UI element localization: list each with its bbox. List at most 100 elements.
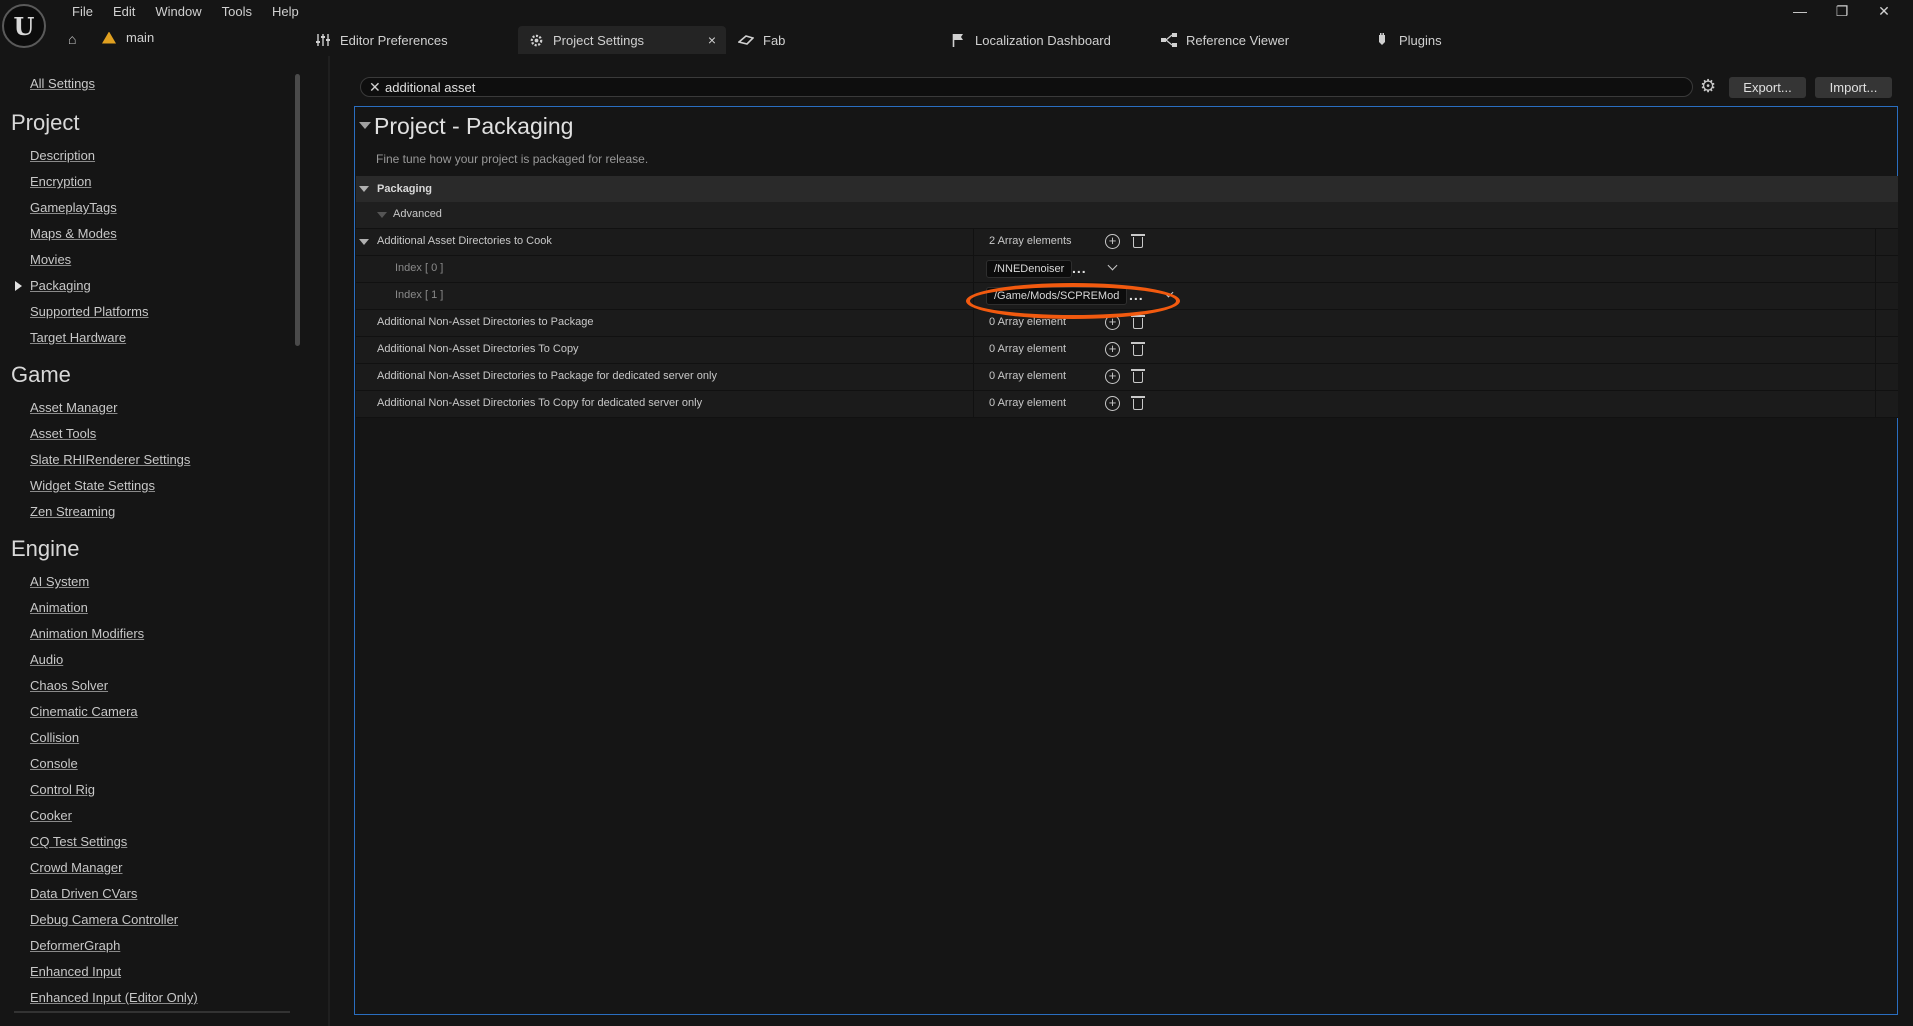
tab-label: Plugins: [1399, 32, 1442, 48]
sidebar-item-chaos-solver[interactable]: Chaos Solver: [30, 678, 108, 693]
sidebar-item-animation-modifiers[interactable]: Animation Modifiers: [30, 626, 144, 641]
add-element-icon[interactable]: +: [1105, 369, 1120, 384]
sidebar-item-target-hardware[interactable]: Target Hardware: [30, 330, 126, 345]
sidebar-item-control-rig[interactable]: Control Rig: [30, 782, 95, 797]
sidebar-item-audio[interactable]: Audio: [30, 652, 63, 667]
title-bar: U File Edit Window Tools Help — ❐ ✕ ⌂ ma…: [0, 0, 1913, 56]
tab-editor-preferences[interactable]: Editor Preferences: [305, 26, 505, 54]
sidebar-item-cooker[interactable]: Cooker: [30, 808, 72, 823]
close-tab-icon[interactable]: ×: [708, 32, 716, 48]
table-row: Additional Non-Asset Directories To Copy…: [356, 391, 1898, 418]
tab-fab[interactable]: Fab: [728, 26, 858, 54]
sidebar-item-collision[interactable]: Collision: [30, 730, 79, 745]
menu-file[interactable]: File: [62, 2, 103, 22]
table-row: Additional Non-Asset Directories To Copy…: [356, 337, 1898, 364]
collapse-triangle-icon[interactable]: [359, 122, 371, 129]
sidebar-item-supported-platforms[interactable]: Supported Platforms: [30, 304, 149, 319]
sidebar-item-debug-camera-controller[interactable]: Debug Camera Controller: [30, 912, 178, 927]
sidebar-item-animation[interactable]: Animation: [30, 600, 88, 615]
expand-triangle-icon: [359, 186, 369, 192]
sidebar-item-ai-system[interactable]: AI System: [30, 574, 89, 589]
sidebar-item-crowd-manager[interactable]: Crowd Manager: [30, 860, 123, 875]
tab-project-settings[interactable]: Project Settings ×: [518, 26, 726, 54]
sidebar-item-packaging[interactable]: Packaging: [30, 278, 91, 293]
selected-arrow-icon: [15, 281, 22, 291]
node-graph-icon: [1161, 32, 1177, 48]
settings-panel: Project - Packaging Fine tune how your p…: [354, 106, 1898, 1015]
trash-icon[interactable]: [1131, 315, 1145, 329]
sidebar-heading-game: Game: [11, 362, 71, 387]
trash-icon[interactable]: [1131, 234, 1145, 248]
sidebar-item-slate-rhirenderer[interactable]: Slate RHIRenderer Settings: [30, 452, 190, 467]
add-element-icon[interactable]: +: [1105, 342, 1120, 357]
sidebar-item-enhanced-input-editor[interactable]: Enhanced Input (Editor Only): [30, 990, 198, 1005]
sidebar-scrollbar[interactable]: [295, 74, 300, 346]
sidebar-item-maps-modes[interactable]: Maps & Modes: [30, 226, 117, 241]
sidebar-item-zen-streaming[interactable]: Zen Streaming: [30, 504, 115, 519]
tab-row: ⌂ main Editor Preferences Project Settin…: [0, 26, 1913, 54]
property-label: Additional Asset Directories to Cook: [377, 235, 552, 247]
menu-window[interactable]: Window: [145, 2, 211, 22]
sidebar-item-data-driven-cvars[interactable]: Data Driven CVars: [30, 886, 137, 901]
sidebar-item-description[interactable]: Description: [30, 148, 95, 163]
settings-gear-icon: [528, 32, 544, 48]
menu-edit[interactable]: Edit: [103, 2, 145, 22]
chevron-down-icon[interactable]: [1107, 260, 1118, 271]
menu-help[interactable]: Help: [262, 2, 309, 22]
section-packaging[interactable]: Packaging: [356, 176, 1898, 202]
fab-icon: [738, 32, 754, 48]
tab-plugins[interactable]: Plugins: [1364, 26, 1494, 54]
menu-tools[interactable]: Tools: [212, 2, 262, 22]
tab-label: Project Settings: [553, 32, 645, 48]
sidebar-scroll-track[interactable]: [14, 1011, 290, 1013]
sidebar-item-gameplaytags[interactable]: GameplayTags: [30, 200, 117, 215]
sidebar-item-cq-test-settings[interactable]: CQ Test Settings: [30, 834, 127, 849]
sidebar-item-cinematic-camera[interactable]: Cinematic Camera: [30, 704, 138, 719]
minimize-button[interactable]: —: [1779, 0, 1821, 22]
sidebar-item-widget-state[interactable]: Widget State Settings: [30, 478, 155, 493]
highlight-ellipse: [966, 283, 1180, 319]
sidebar-item-enhanced-input[interactable]: Enhanced Input: [30, 964, 121, 979]
tab-label: Fab: [763, 32, 786, 48]
browse-dots-button[interactable]: ...: [1072, 260, 1087, 276]
sidebar-item-deformergraph[interactable]: DeformerGraph: [30, 938, 120, 953]
gear-icon[interactable]: ⚙: [1700, 76, 1716, 96]
sidebar-item-asset-manager[interactable]: Asset Manager: [30, 400, 117, 415]
sidebar-all-settings[interactable]: All Settings: [30, 76, 95, 91]
add-element-icon[interactable]: +: [1105, 396, 1120, 411]
tab-localization-dashboard[interactable]: Localization Dashboard: [940, 26, 1140, 54]
tab-reference-viewer[interactable]: Reference Viewer: [1151, 26, 1341, 54]
search-input[interactable]: [385, 79, 1675, 95]
close-window-button[interactable]: ✕: [1863, 0, 1905, 22]
flag-icon: [950, 32, 966, 48]
export-button[interactable]: Export...: [1729, 77, 1806, 98]
project-icon: [102, 31, 116, 44]
sliders-icon: [315, 32, 331, 48]
settings-sidebar: All Settings Project Description Encrypt…: [0, 56, 305, 1026]
sidebar-item-movies[interactable]: Movies: [30, 252, 71, 267]
trash-icon[interactable]: [1131, 369, 1145, 383]
directory-path-field[interactable]: /NNEDenoiser: [986, 260, 1073, 278]
sidebar-item-console[interactable]: Console: [30, 756, 78, 771]
index-label: Index [ 0 ]: [395, 262, 444, 274]
section-label: Packaging: [377, 183, 433, 195]
index-label: Index [ 1 ]: [395, 289, 444, 301]
property-label: Additional Non-Asset Directories To Copy…: [377, 397, 703, 409]
project-tab[interactable]: main: [102, 30, 154, 45]
clear-search-icon[interactable]: ✕: [369, 79, 381, 96]
trash-icon[interactable]: [1131, 342, 1145, 356]
trash-icon[interactable]: [1131, 396, 1145, 410]
subsection-advanced[interactable]: Advanced: [356, 202, 1898, 229]
array-count: 2 Array elements: [989, 235, 1072, 247]
home-icon[interactable]: ⌂: [68, 31, 84, 47]
add-element-icon[interactable]: +: [1105, 234, 1120, 249]
panel-divider[interactable]: [328, 56, 330, 1026]
expand-triangle-icon: [377, 212, 387, 218]
sidebar-item-asset-tools[interactable]: Asset Tools: [30, 426, 96, 441]
sidebar-item-encryption[interactable]: Encryption: [30, 174, 91, 189]
expand-triangle-icon[interactable]: [359, 239, 369, 245]
import-button[interactable]: Import...: [1815, 77, 1892, 98]
array-count: 0 Array element: [989, 370, 1067, 382]
tab-label: Editor Preferences: [340, 32, 448, 48]
restore-button[interactable]: ❐: [1821, 0, 1863, 22]
